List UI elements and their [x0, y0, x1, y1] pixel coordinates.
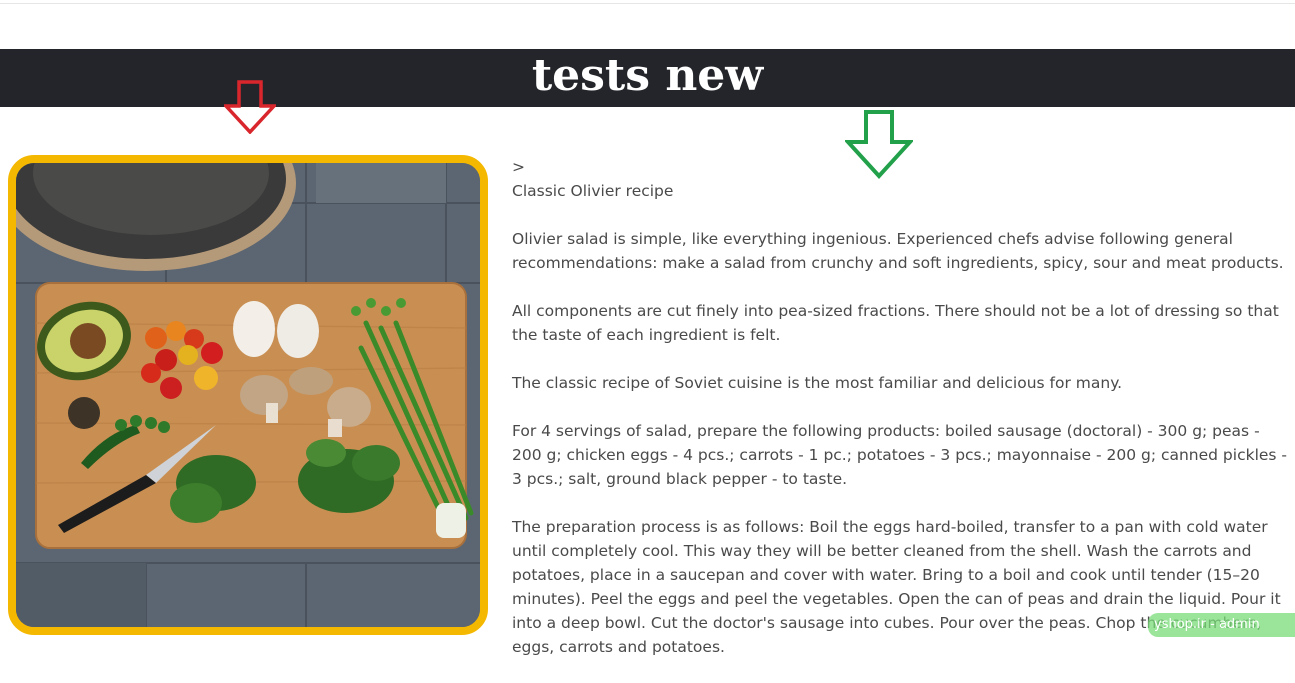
breadcrumb-separator: > — [512, 158, 525, 176]
watermark-badge: yshop.ir - admin — [1148, 613, 1295, 637]
recipe-title: Classic Olivier recipe — [512, 182, 674, 200]
recipe-paragraph: For 4 servings of salad, prepare the fol… — [512, 422, 1288, 488]
red-arrow-down-icon — [224, 80, 276, 134]
recipe-paragraph: All components are cut finely into pea-s… — [512, 302, 1279, 344]
recipe-paragraph: Olivier salad is simple, like everything… — [512, 230, 1284, 272]
cooking-ingredients-image — [16, 163, 480, 627]
recipe-paragraph: The classic recipe of Soviet cuisine is … — [512, 374, 1123, 392]
header-banner: tests new — [0, 49, 1295, 107]
site-title: tests new — [531, 50, 764, 101]
top-divider — [0, 3, 1295, 4]
recipe-paragraph: The preparation process is as follows: B… — [512, 518, 1281, 656]
recipe-content: > Classic Olivier recipe Olivier salad i… — [512, 155, 1292, 683]
recipe-photo — [8, 155, 488, 635]
